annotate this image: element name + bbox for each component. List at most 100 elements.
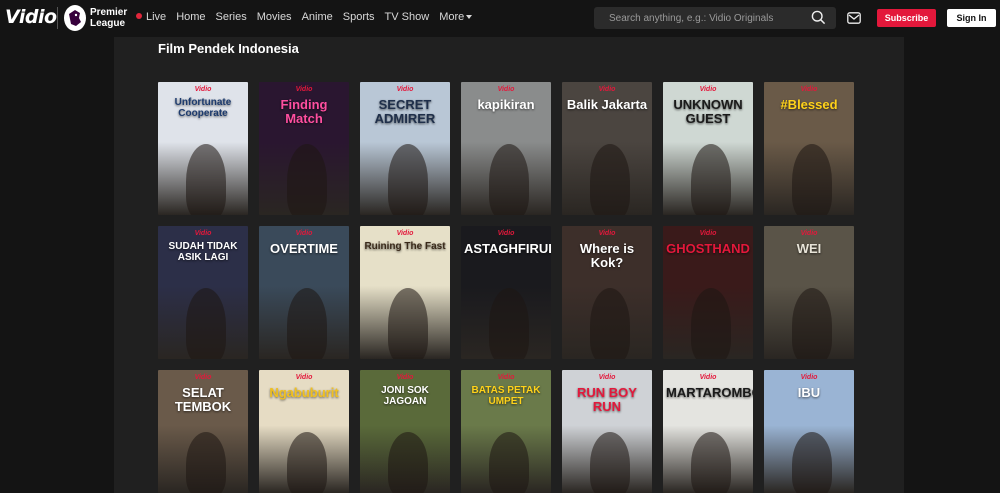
poster-card[interactable]: Vidio kapikiran: [461, 82, 551, 215]
poster-title: GHOSTHAND: [666, 241, 750, 256]
poster-card[interactable]: Vidio #Blessed: [764, 82, 854, 215]
poster-figure-image: [691, 432, 731, 493]
vidio-watermark: Vidio: [598, 86, 616, 93]
premier-league-label: Premier League: [90, 7, 128, 29]
vidio-logo[interactable]: Vidio: [5, 6, 57, 28]
poster-card[interactable]: Vidio SECRET ADMIRER: [360, 82, 450, 215]
poster-title: Ruining The Fast: [364, 241, 446, 252]
poster-figure-image: [489, 432, 529, 493]
poster-title: ASTAGHFIRULLAH: [464, 241, 551, 256]
poster-figure-image: [186, 288, 226, 359]
poster-figure-image: [489, 144, 529, 215]
premier-league-lion-icon: [64, 5, 86, 31]
poster-card[interactable]: Vidio Finding Match: [259, 82, 349, 215]
nav-item-anime[interactable]: Anime: [302, 11, 333, 23]
poster-card[interactable]: Vidio JONI SOK JAGOAN: [360, 370, 450, 493]
vidio-watermark: Vidio: [396, 230, 414, 237]
poster-title: Balik Jakarta: [566, 97, 648, 112]
vidio-watermark: Vidio: [295, 230, 313, 237]
poster-card[interactable]: Vidio RUN BOY RUN: [562, 370, 652, 493]
vidio-watermark: Vidio: [396, 86, 414, 93]
poster-card[interactable]: Vidio Balik Jakarta: [562, 82, 652, 215]
poster-title: RUN BOY RUN: [577, 385, 637, 414]
vidio-watermark: Vidio: [497, 86, 515, 93]
main-menu: Live Home Series Movies Anime Sports TV …: [136, 11, 482, 23]
vidio-watermark: Vidio: [295, 374, 313, 381]
poster-figure-image: [691, 144, 731, 215]
poster-card[interactable]: Vidio SELAT TEMBOK: [158, 370, 248, 493]
poster-figure-image: [186, 432, 226, 493]
nav-item-more[interactable]: More: [439, 11, 473, 23]
nav-item-live[interactable]: Live: [136, 11, 166, 23]
poster-card[interactable]: Vidio BATAS PETAK UMPET: [461, 370, 551, 493]
vidio-watermark: Vidio: [194, 86, 212, 93]
poster-figure-image: [388, 144, 428, 215]
poster-card[interactable]: Vidio MARTAROMBO: [663, 370, 753, 493]
poster-card[interactable]: Vidio UNKNOWN GUEST: [663, 82, 753, 215]
section-title: Film Pendek Indonesia: [158, 41, 299, 56]
poster-figure-image: [792, 432, 832, 493]
chevron-down-icon: [466, 15, 473, 20]
poster-figure-image: [388, 432, 428, 493]
search-icon[interactable]: [811, 10, 826, 30]
poster-title: BATAS PETAK UMPET: [471, 385, 541, 407]
vidio-watermark: Vidio: [194, 374, 212, 381]
poster-card[interactable]: Vidio Ruining The Fast: [360, 226, 450, 359]
poster-title: kapikiran: [477, 97, 535, 112]
poster-card[interactable]: Vidio Ngabuburit: [259, 370, 349, 493]
poster-title: SUDAH TIDAK ASIK LAGI: [168, 241, 238, 263]
vidio-watermark: Vidio: [800, 230, 818, 237]
poster-title: MARTAROMBO: [666, 385, 753, 400]
live-dot-icon: [136, 13, 142, 20]
poster-card[interactable]: Vidio IBU: [764, 370, 854, 493]
poster-card[interactable]: Vidio WEI: [764, 226, 854, 359]
poster-figure-image: [287, 288, 327, 359]
sign-in-button[interactable]: Sign In: [947, 9, 996, 27]
poster-title: Ngabuburit: [269, 385, 339, 400]
search-input[interactable]: [594, 7, 804, 29]
poster-card[interactable]: Vidio Where is Kok?: [562, 226, 652, 359]
vidio-watermark: Vidio: [295, 86, 313, 93]
poster-figure-image: [590, 288, 630, 359]
poster-figure-image: [287, 432, 327, 493]
search-box: [594, 7, 836, 29]
nav-item-home[interactable]: Home: [176, 11, 205, 23]
poster-card[interactable]: Vidio Unfortunate Cooperate: [158, 82, 248, 215]
poster-title: #Blessed: [780, 97, 838, 112]
poster-figure-image: [489, 288, 529, 359]
poster-title: IBU: [797, 385, 821, 400]
poster-card[interactable]: Vidio GHOSTHAND: [663, 226, 753, 359]
nav-item-sports[interactable]: Sports: [343, 11, 375, 23]
poster-title: Finding Match: [280, 97, 328, 126]
vidio-watermark: Vidio: [194, 230, 212, 237]
poster-title: Unfortunate Cooperate: [174, 97, 232, 119]
poster-card[interactable]: Vidio OVERTIME: [259, 226, 349, 359]
poster-figure-image: [287, 144, 327, 215]
poster-card[interactable]: Vidio SUDAH TIDAK ASIK LAGI: [158, 226, 248, 359]
poster-card[interactable]: Vidio ASTAGHFIRULLAH: [461, 226, 551, 359]
vidio-watermark: Vidio: [396, 374, 414, 381]
poster-figure-image: [792, 144, 832, 215]
subscribe-button[interactable]: Subscribe: [877, 9, 936, 27]
poster-figure-image: [590, 432, 630, 493]
vidio-watermark: Vidio: [800, 374, 818, 381]
poster-title: SELAT TEMBOK: [174, 385, 232, 414]
nav-item-series[interactable]: Series: [216, 11, 247, 23]
vidio-watermark: Vidio: [800, 86, 818, 93]
poster-figure-image: [388, 288, 428, 359]
top-navbar: Vidio Premier League Live Home Series Mo…: [0, 0, 1000, 37]
poster-figure-image: [590, 144, 630, 215]
vidio-watermark: Vidio: [598, 230, 616, 237]
vidio-watermark: Vidio: [598, 374, 616, 381]
nav-divider: [57, 7, 58, 29]
nav-item-movies[interactable]: Movies: [257, 11, 292, 23]
nav-item-tv-show[interactable]: TV Show: [385, 11, 430, 23]
poster-title: UNKNOWN GUEST: [673, 97, 743, 126]
vidio-watermark: Vidio: [699, 230, 717, 237]
vidio-watermark: Vidio: [497, 374, 515, 381]
poster-title: JONI SOK JAGOAN: [381, 385, 429, 407]
mail-icon[interactable]: [847, 11, 861, 29]
premier-league-badge[interactable]: Premier League: [64, 5, 130, 31]
poster-title: OVERTIME: [270, 241, 338, 256]
poster-figure-image: [691, 288, 731, 359]
